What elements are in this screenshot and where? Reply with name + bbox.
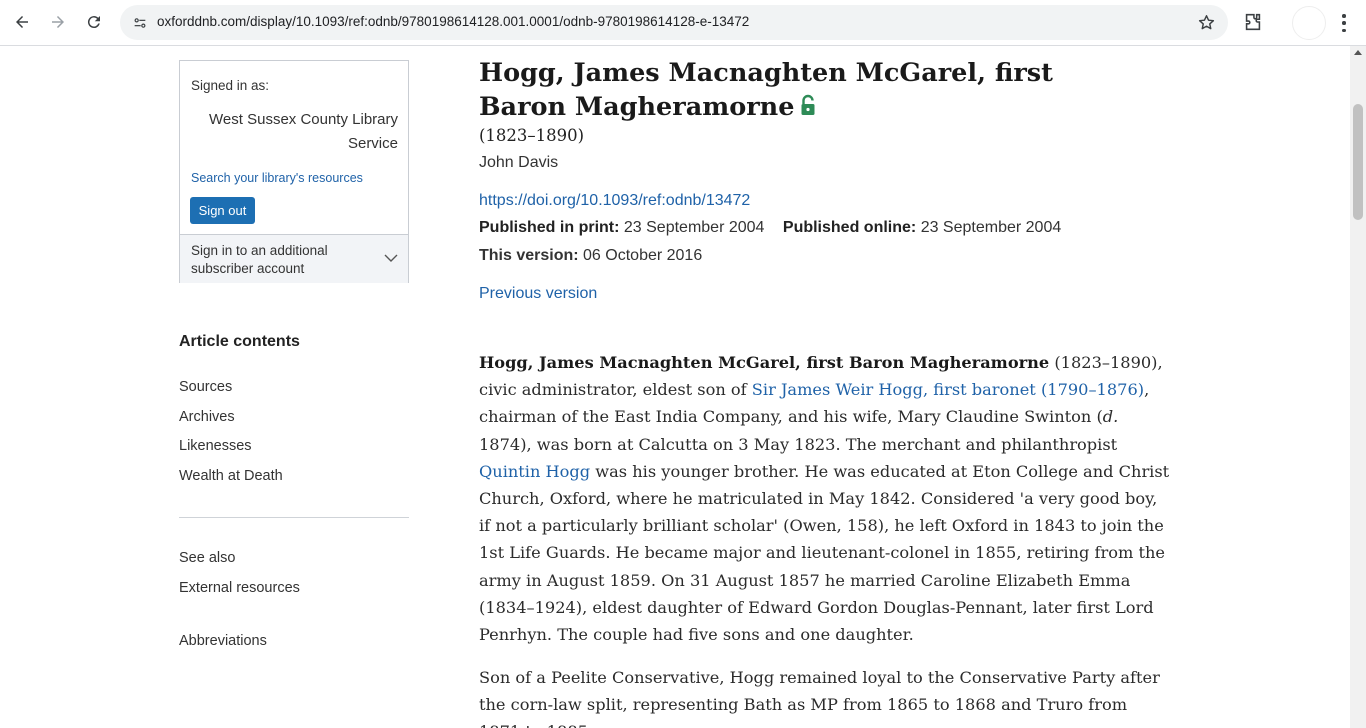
version-date: 06 October 2016 <box>583 247 703 264</box>
published-online-date: 23 September 2004 <box>920 219 1062 236</box>
article-paragraph: Son of a Peelite Conservative, Hogg rema… <box>479 668 1160 728</box>
reload-icon <box>87 16 100 29</box>
article-title-text: Hogg, James Macnaghten McGarel, first Ba… <box>479 58 1053 122</box>
signed-in-label: Signed in as: <box>191 78 270 93</box>
profile-avatar[interactable] <box>1292 6 1326 40</box>
toc-item-wealth-at-death[interactable]: Wealth at Death <box>179 465 283 495</box>
chevron-down-icon <box>384 254 398 262</box>
additional-account-label: Sign in to an additional subscriber acco… <box>191 243 328 276</box>
browser-toolbar: oxforddnb.com/display/10.1093/ref:odnb/9… <box>0 0 1366 46</box>
bookmark-star-icon[interactable] <box>1197 13 1216 32</box>
toc-divider <box>179 517 409 518</box>
url-text[interactable]: oxforddnb.com/display/10.1093/ref:odnb/9… <box>157 14 749 29</box>
site-info-icon[interactable] <box>128 11 152 35</box>
related-person-link[interactable]: Quintin Hogg <box>479 462 590 481</box>
sign-out-button[interactable]: Sign out <box>190 197 255 224</box>
publication-dates: Published in print: 23 September 2004 Pu… <box>479 219 1061 237</box>
article-contents-list: Sources Archives Likenesses Wealth at De… <box>179 376 283 494</box>
abbreviations-link[interactable]: Abbreviations <box>179 633 267 649</box>
scroll-up-arrow-icon[interactable] <box>1354 50 1362 55</box>
forward-arrow-icon <box>52 16 64 28</box>
toc-item-archives[interactable]: Archives <box>179 406 283 436</box>
additional-account-toggle[interactable]: Sign in to an additional subscriber acco… <box>180 234 408 283</box>
forward-button[interactable] <box>43 7 73 37</box>
signed-in-panel: Signed in as: West Sussex County Library… <box>179 60 409 283</box>
open-access-lock-icon <box>801 94 815 115</box>
browser-menu-icon[interactable] <box>1334 12 1354 34</box>
previous-version-link[interactable]: Previous version <box>479 285 597 303</box>
extensions-puzzle-icon[interactable] <box>1242 11 1264 33</box>
article-contents-heading: Article contents <box>179 333 300 350</box>
version-line: This version: 06 October 2016 <box>479 247 702 265</box>
reload-button[interactable] <box>79 7 109 37</box>
related-links-list: See also External resources <box>179 547 300 606</box>
search-library-resources-link[interactable]: Search your library's resources <box>191 171 363 185</box>
published-print-label: Published in print: <box>479 219 620 236</box>
published-print-date: 23 September 2004 <box>623 219 765 236</box>
toc-item-external-resources[interactable]: External resources <box>179 577 300 607</box>
doi-link[interactable]: https://doi.org/10.1093/ref:odnb/13472 <box>479 192 750 210</box>
toc-item-sources[interactable]: Sources <box>179 376 283 406</box>
library-name: West Sussex County Library Service <box>209 111 398 152</box>
page-scrollbar[interactable] <box>1350 46 1366 728</box>
toc-item-likenesses[interactable]: Likenesses <box>179 435 283 465</box>
published-online-label: Published online: <box>782 219 917 236</box>
address-bar[interactable]: oxforddnb.com/display/10.1093/ref:odnb/9… <box>120 5 1228 40</box>
back-button[interactable] <box>7 7 37 37</box>
version-label: This version: <box>479 247 579 264</box>
back-arrow-icon <box>16 16 28 28</box>
related-person-link[interactable]: Sir James Weir Hogg, first baronet (1790… <box>752 380 1144 399</box>
lifespan: (1823–1890) <box>479 126 585 145</box>
scrollbar-thumb[interactable] <box>1353 104 1363 220</box>
author-name: John Davis <box>479 154 559 171</box>
article-paragraph: Hogg, James Macnaghten McGarel, first Ba… <box>479 353 1170 645</box>
toc-item-see-also[interactable]: See also <box>179 547 300 577</box>
subject-name: Hogg, James Macnaghten McGarel, first Ba… <box>479 353 1050 372</box>
article-title: Hogg, James Macnaghten McGarel, first Ba… <box>479 56 1119 124</box>
